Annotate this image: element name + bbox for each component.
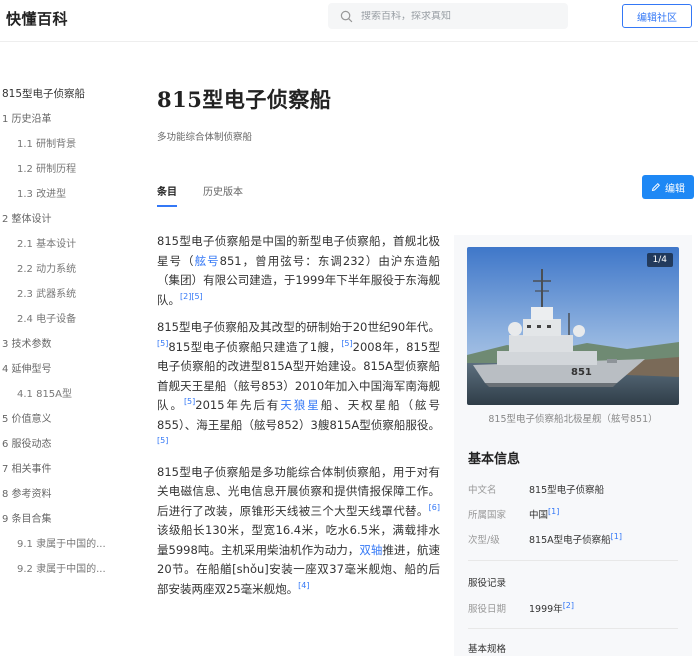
photo-caption: 815型电子侦察船北极星舰（舷号851） [488, 414, 658, 425]
article-content: 815型电子侦察船是中国的新型电子侦察船，首舰北极星号（舷号851，曾用弦号：东… [157, 232, 440, 607]
inline-link[interactable]: 舷号 [195, 254, 220, 268]
inline-link[interactable]: 天狼星 [280, 398, 320, 412]
hull-number-text: 851 [571, 367, 592, 378]
toc-item[interactable]: 2.3 武器系统 [0, 282, 130, 307]
toc-item[interactable]: 4.1 815A型 [0, 382, 130, 407]
inline-link[interactable]: 双轴 [359, 543, 382, 557]
edit-button-label: 编辑 [665, 183, 685, 195]
info-value: 1999年[2] [529, 600, 575, 615]
info-row: 所属国家 中国[1] [468, 507, 683, 521]
info-key: 所属国家 [468, 510, 507, 521]
toc-item[interactable]: 6 服役动态 [0, 432, 130, 457]
divider [468, 628, 678, 629]
toc-item[interactable]: 2 整体设计 [0, 207, 130, 232]
article-paragraph: 815型电子侦察船及其改型的研制始于20世纪90年代。[5]815型电子侦察船只… [157, 318, 440, 455]
toc-item[interactable]: 2.4 电子设备 [0, 307, 130, 332]
toc-item[interactable]: 2.1 基本设计 [0, 232, 130, 257]
pencil-icon [651, 182, 661, 192]
search-input[interactable] [361, 10, 561, 22]
search-icon [340, 10, 353, 22]
toc-item[interactable]: 4 延伸型号 [0, 357, 130, 382]
edit-button[interactable]: 编辑 [642, 175, 694, 199]
paragraph-text: 815型电子侦察船及其改型的研制始于20世纪90年代。 [157, 320, 440, 334]
info-row: 服役日期 1999年[2] [468, 601, 683, 615]
toc-item[interactable]: 5 价值意义 [0, 407, 130, 432]
basic-specs-title: 基本规格 [468, 644, 507, 655]
article-paragraph: 815型电子侦察船是中国的新型电子侦察船，首舰北极星号（舷号851，曾用弦号：东… [157, 232, 440, 310]
toc-item[interactable]: 2.2 动力系统 [0, 257, 130, 282]
page-subtitle: 多功能综合体制侦察船 [157, 132, 253, 143]
article-tabs: 条目 历史版本 [157, 183, 269, 207]
toc-item[interactable]: 7 相关事件 [0, 457, 130, 482]
tab-history[interactable]: 历史版本 [203, 183, 243, 207]
toc-item[interactable]: 1.2 研制历程 [0, 157, 130, 182]
toc-item[interactable]: 1 历史沿革 [0, 107, 130, 132]
tab-entry[interactable]: 条目 [157, 183, 177, 207]
citation-ref[interactable]: [5] [341, 339, 352, 348]
paragraph-text: 815型电子侦察船只建造了1艘， [168, 339, 342, 354]
info-key: 次型/级 [468, 535, 500, 546]
toc-title[interactable]: 815型电子侦察船 [0, 82, 130, 107]
citation-ref[interactable]: [5] [157, 339, 168, 348]
top-header: 快懂百科 编辑社区 [0, 0, 698, 42]
citation-ref[interactable]: [5] [157, 436, 168, 445]
toc-item[interactable]: 1.1 研制背景 [0, 132, 130, 157]
info-value[interactable]: 815A型电子侦察船[1] [529, 532, 622, 546]
toc-item[interactable]: 1.3 改进型 [0, 182, 130, 207]
toc-item[interactable]: 8 参考资料 [0, 482, 130, 507]
paragraph-text: 2015年先后有 [195, 398, 281, 412]
citation-ref[interactable]: [6] [429, 503, 440, 512]
info-key: 中文名 [468, 485, 497, 496]
paragraph-text: 815型电子侦察船是多功能综合体制侦察船，用于对有关电磁信息、光电信息开展侦察和… [157, 464, 440, 518]
info-row: 次型/级 815A型电子侦察船[1] [468, 532, 683, 546]
site-logo[interactable]: 快懂百科 [6, 8, 68, 29]
search-box[interactable] [328, 3, 568, 29]
infobox: 851 1/4 815型电子侦察船北极星舰（舷号851） 基本信息 中文名 81… [454, 235, 692, 656]
service-record-title: 服役记录 [468, 578, 507, 589]
citation-ref[interactable]: [4] [298, 581, 309, 590]
toc-item[interactable]: 9.1 隶属于中国的... [0, 532, 130, 557]
info-key: 服役日期 [468, 604, 507, 615]
basic-info-title: 基本信息 [468, 452, 521, 467]
info-row: 中文名 815型电子侦察船 [468, 482, 683, 496]
edit-community-button[interactable]: 编辑社区 [622, 4, 692, 28]
divider [468, 560, 678, 561]
page-title: 815型电子侦察船 [157, 87, 332, 112]
ship-photo[interactable]: 851 1/4 [467, 247, 679, 405]
info-value: 815型电子侦察船 [529, 485, 605, 496]
info-value[interactable]: 中国[1] [529, 507, 559, 521]
photo-counter: 1/4 [646, 253, 673, 267]
table-of-contents: 815型电子侦察船 1 历史沿革 1.1 研制背景 1.2 研制历程 1.3 改进型 2… [0, 82, 130, 582]
toc-item[interactable]: 9 条目合集 [0, 507, 130, 532]
toc-item[interactable]: 9.2 隶属于中国的... [0, 557, 130, 582]
article-paragraph: 815型电子侦察船是多功能综合体制侦察船，用于对有关电磁信息、光电信息开展侦察和… [157, 463, 440, 600]
ship-image: 851 [467, 247, 679, 405]
citation-ref[interactable]: [5] [184, 397, 195, 406]
citation-ref[interactable]: [2][5] [180, 292, 203, 301]
toc-item[interactable]: 3 技术参数 [0, 332, 130, 357]
